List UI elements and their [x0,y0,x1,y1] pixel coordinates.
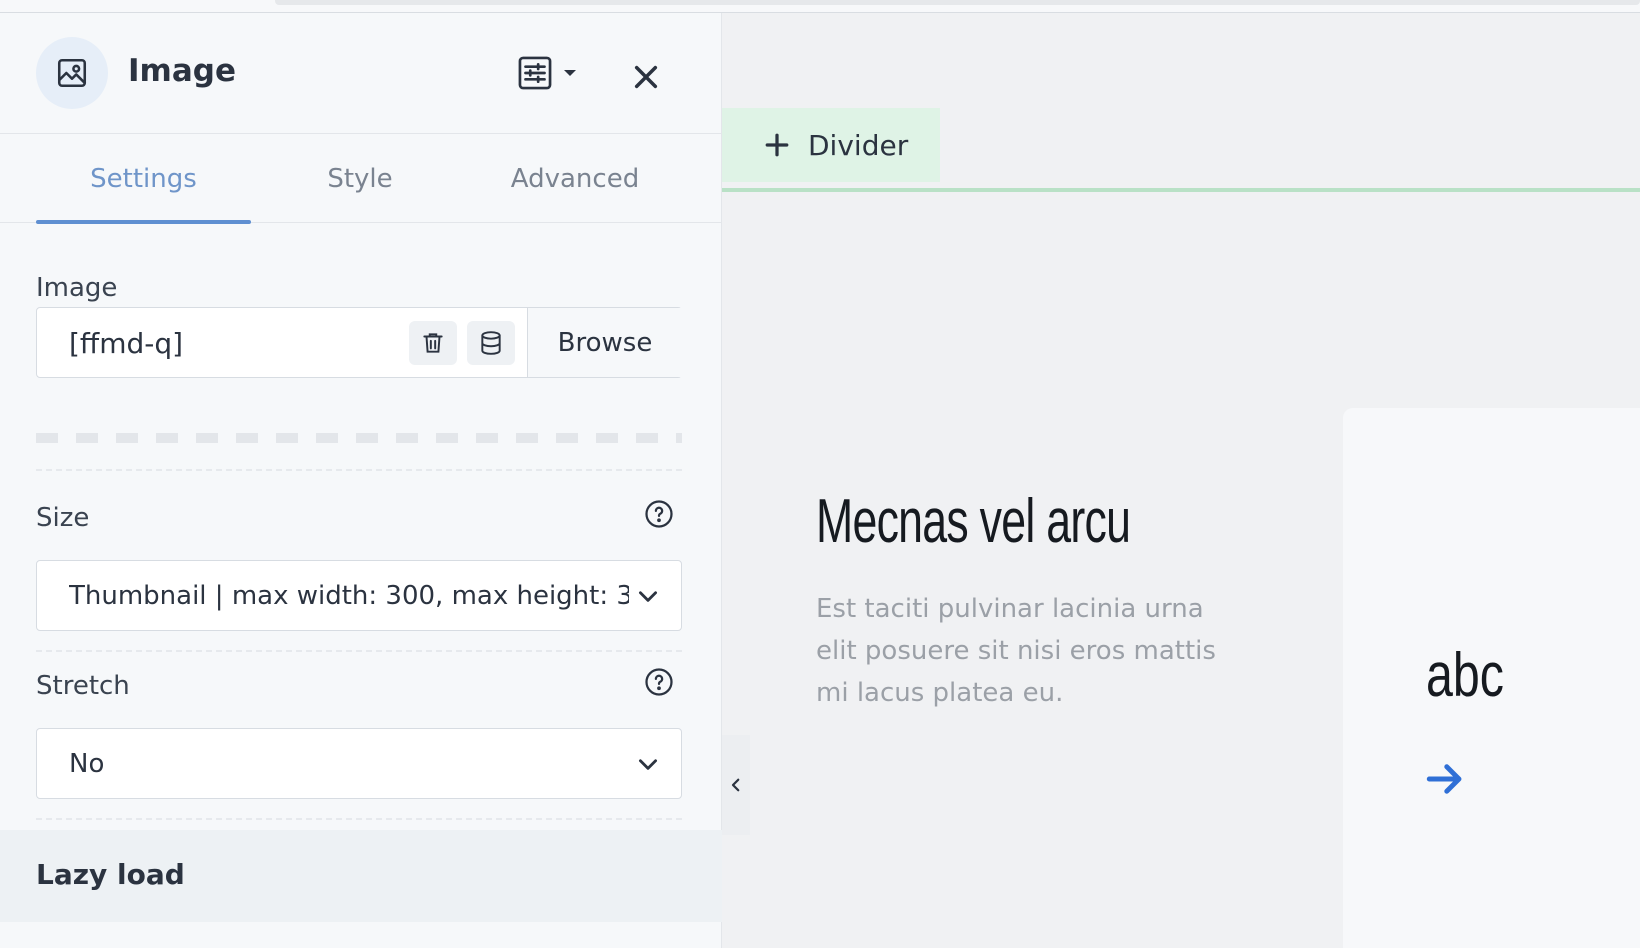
browse-button[interactable]: Browse [527,308,682,377]
lazy-load-section[interactable]: Lazy load [0,830,722,922]
delete-image-button[interactable] [409,321,457,365]
tab-settings[interactable]: Settings [36,134,251,223]
close-button[interactable] [626,57,666,97]
question-circle-icon[interactable] [644,499,674,529]
close-icon [634,65,658,89]
caret-down-icon [564,70,576,76]
horizontal-scrollbar[interactable] [275,0,1640,5]
image-field[interactable]: [ffmd-q] Browse [36,307,682,378]
tab-style[interactable]: Style [260,134,460,223]
stretch-select[interactable]: No [36,728,682,799]
stretch-field-label: Stretch [36,671,130,701]
trash-icon [423,333,443,353]
card-heading[interactable]: abc [1426,640,1504,711]
arrow-right-icon[interactable] [1424,758,1466,800]
size-select-value: Thumbnail | max width: 300, max height: … [69,581,629,611]
stretch-select-value: No [69,749,105,779]
field-separator [36,469,682,471]
panel-title: Image [128,53,236,89]
plus-icon [765,133,789,157]
size-field-label: Size [36,503,90,533]
active-tab-indicator [36,220,251,224]
dynamic-data-button[interactable] [467,321,515,365]
sliders-icon [518,56,552,90]
field-separator [36,818,682,820]
image-preview-placeholder [36,433,682,443]
panel-header: Image [0,13,722,134]
database-icon [481,331,501,355]
size-select[interactable]: Thumbnail | max width: 300, max height: … [36,560,682,631]
divider-element[interactable] [722,188,1640,192]
image-field-label: Image [36,273,118,303]
field-separator [36,650,682,652]
hero-text[interactable]: Est taciti pulvinar lacinia urna elit po… [816,588,1236,714]
lazy-load-title: Lazy load [36,858,185,891]
divider-label: Divider [808,128,909,162]
element-settings-panel: Image Settings Style Advanced Image [ffm… [0,13,722,948]
question-circle-icon[interactable] [644,667,674,697]
add-divider-button[interactable]: Divider [722,108,940,182]
panel-tabs: Settings Style Advanced [0,134,722,224]
chevron-left-icon [731,778,740,792]
content-card[interactable]: abc [1343,408,1640,948]
chevron-down-icon [639,759,657,770]
tab-advanced[interactable]: Advanced [470,134,680,223]
collapse-panel-button[interactable] [722,735,750,835]
image-icon [36,37,108,109]
hero-heading[interactable]: Mecnas vel arcu [816,486,1131,557]
image-field-value[interactable]: [ffmd-q] [69,327,183,360]
presets-button[interactable] [516,53,596,93]
chevron-down-icon [639,591,657,602]
